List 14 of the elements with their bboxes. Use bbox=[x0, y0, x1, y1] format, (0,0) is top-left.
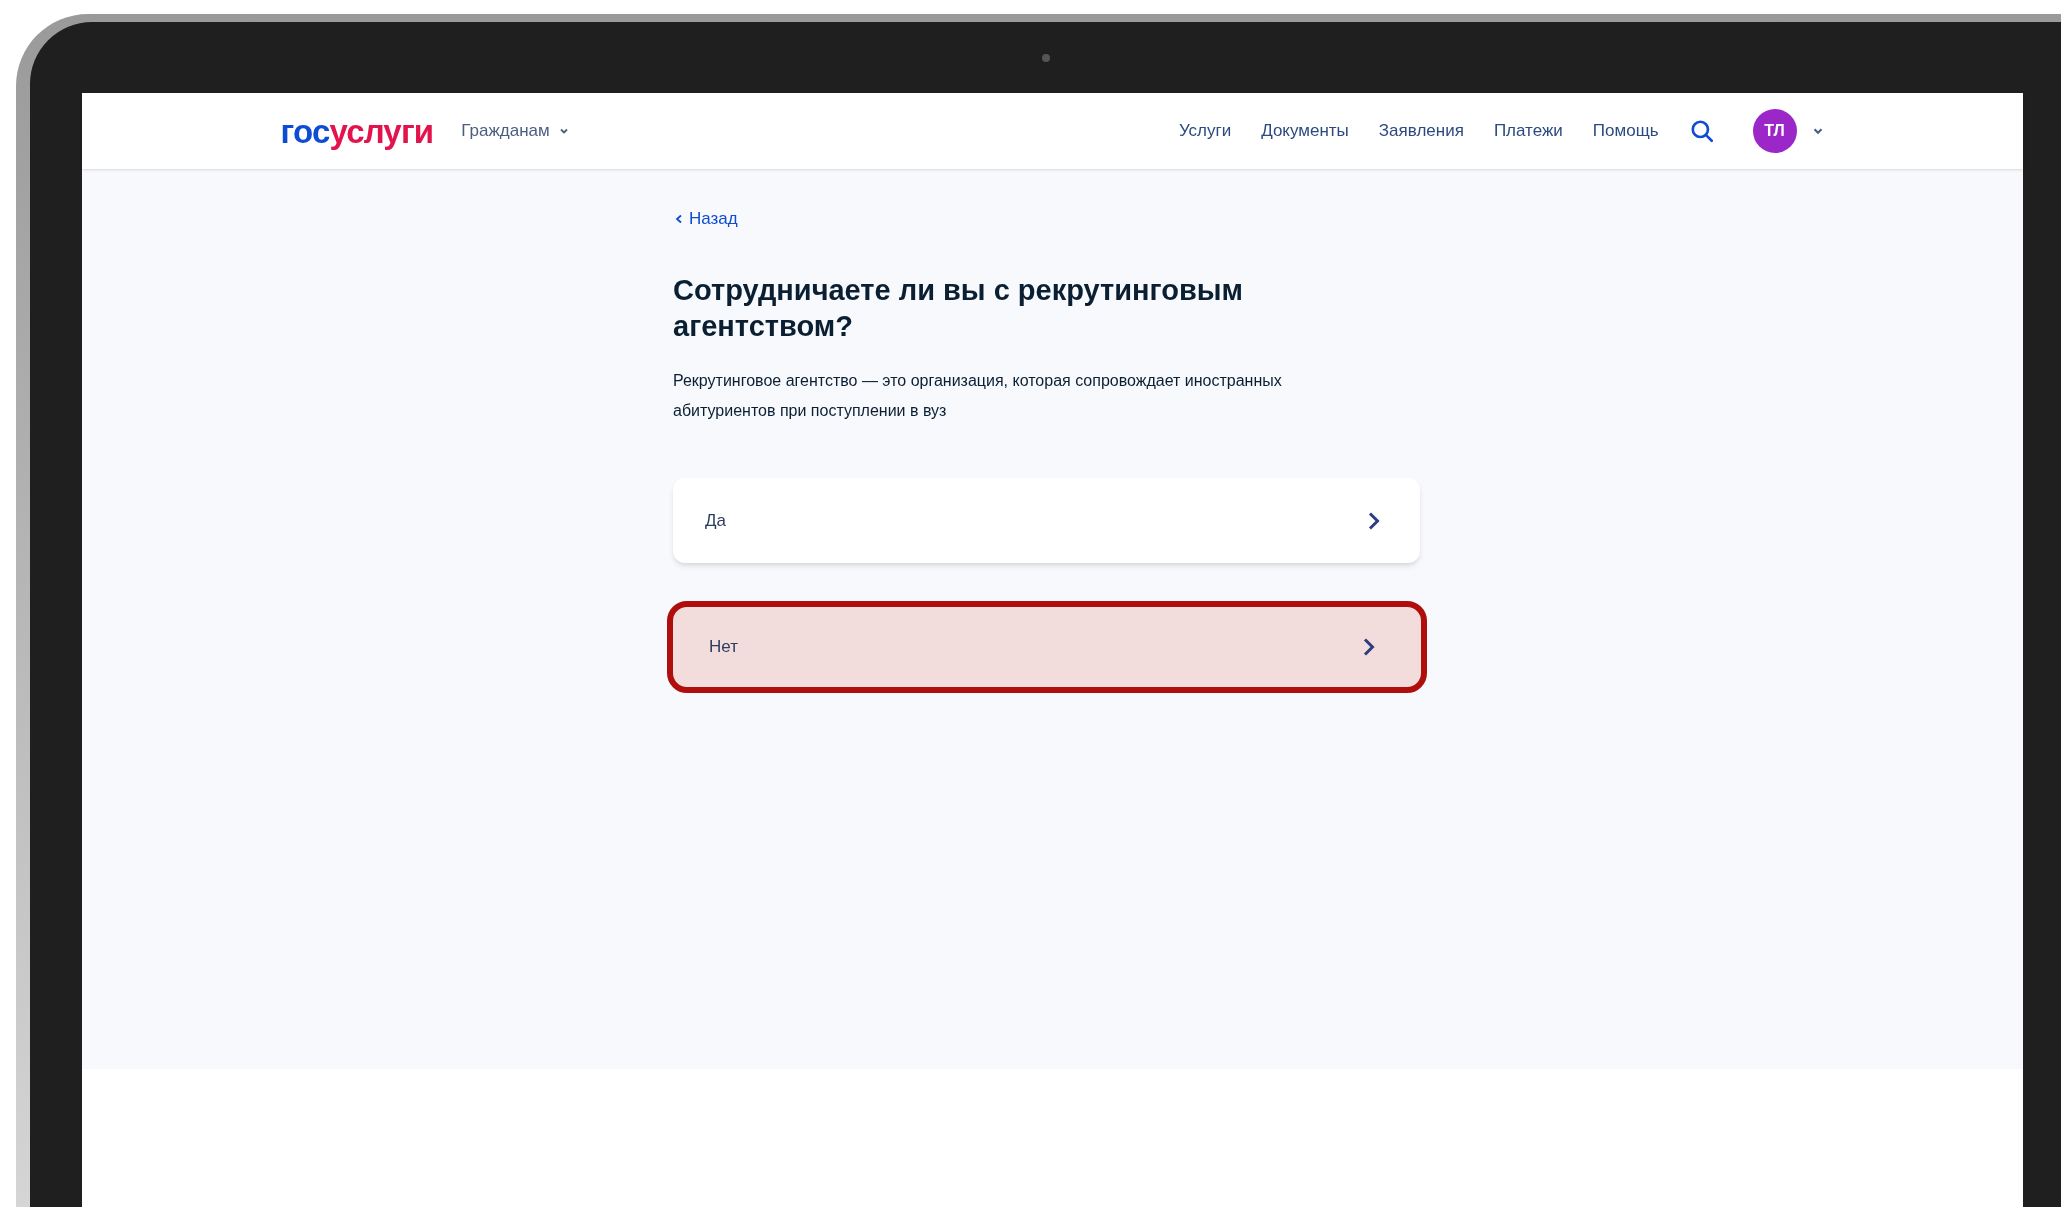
audience-menu[interactable]: Гражданам bbox=[461, 118, 570, 144]
answer-option[interactable]: Нет bbox=[667, 601, 1427, 694]
nav-link[interactable]: Заявления bbox=[1378, 118, 1464, 144]
back-link[interactable]: Назад bbox=[673, 206, 738, 232]
nav-link[interactable]: Документы bbox=[1261, 118, 1349, 144]
camera-icon bbox=[1042, 53, 1050, 62]
description-text: Рекрутинговое агентство — это организация, которая сопровождает иностранных абитуриентов при поступлении в вуз bbox=[673, 371, 1283, 422]
logo[interactable]: госуслуги bbox=[280, 114, 434, 148]
nav-link[interactable]: Помощь bbox=[1592, 118, 1659, 144]
avatar[interactable]: ТЛ bbox=[1752, 109, 1797, 154]
answer-option[interactable]: Да bbox=[673, 478, 1420, 564]
nav-link[interactable]: Услуги bbox=[1178, 118, 1232, 144]
nav-link[interactable]: Платежи bbox=[1493, 118, 1563, 144]
question-heading: Сотрудничаете ли вы с рекрутинговым агентством? bbox=[673, 272, 1245, 344]
